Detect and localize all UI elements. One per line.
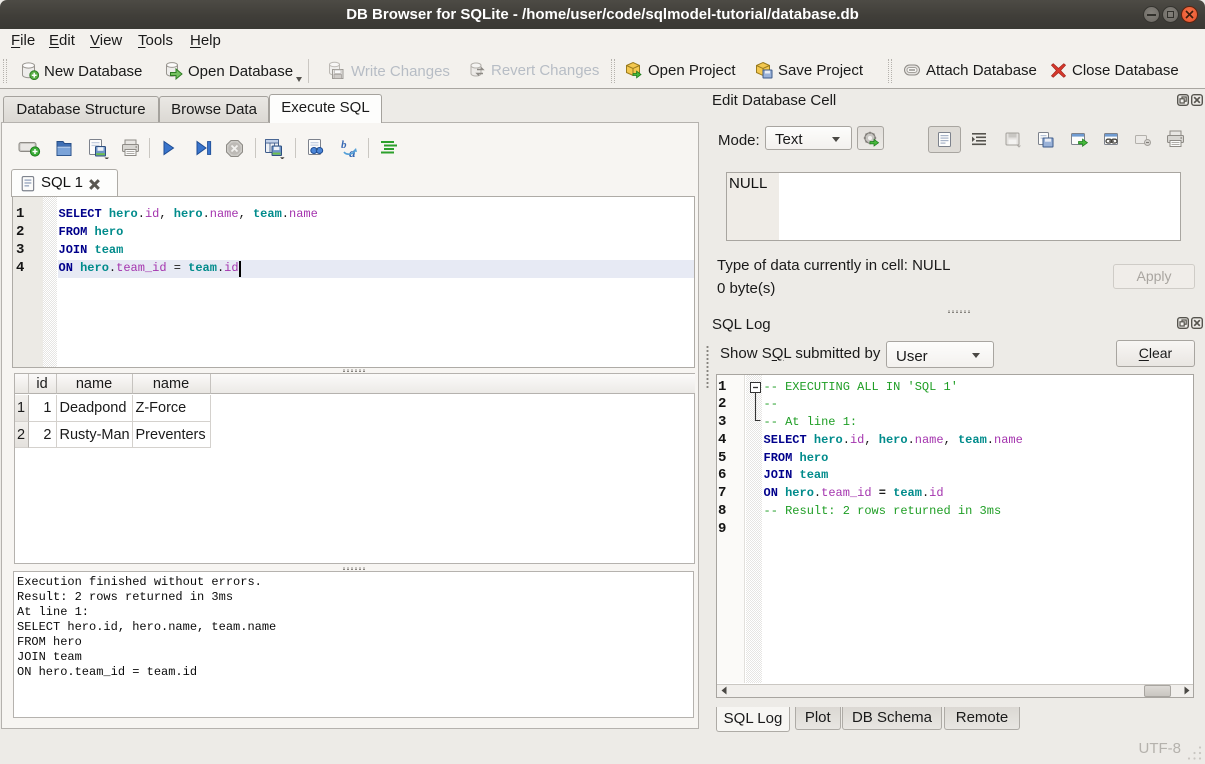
svg-text:b: b (341, 139, 347, 151)
